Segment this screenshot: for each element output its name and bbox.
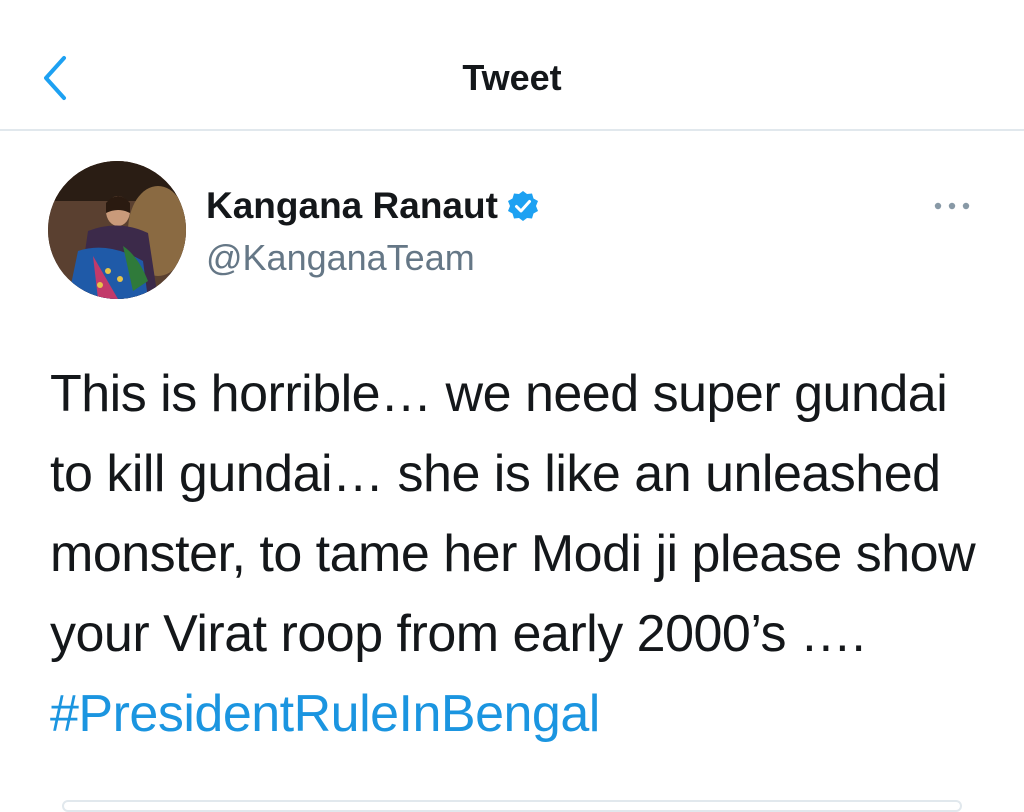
top-navigation-bar: Tweet xyxy=(0,0,1024,131)
author-name-row: Kangana Ranaut xyxy=(206,184,540,228)
avatar[interactable] xyxy=(48,161,186,299)
tweet-body-text: This is horrible… we need super gundai t… xyxy=(50,365,976,663)
hashtag-link[interactable]: #PresidentRuleInBengal xyxy=(50,685,600,743)
more-horizontal-icon xyxy=(934,202,970,210)
author-handle: @KanganaTeam xyxy=(206,237,475,278)
verified-badge-icon xyxy=(507,191,538,221)
more-options-button[interactable] xyxy=(930,196,974,216)
avatar-photo xyxy=(48,161,186,299)
author-display-name: Kangana Ranaut xyxy=(206,185,498,226)
tweet-text: This is horrible… we need super gundai t… xyxy=(50,354,1000,754)
page-title: Tweet xyxy=(462,57,562,98)
next-card-edge xyxy=(62,800,962,812)
tweet-author[interactable]: Kangana Ranaut @KanganaTeam xyxy=(206,184,540,280)
